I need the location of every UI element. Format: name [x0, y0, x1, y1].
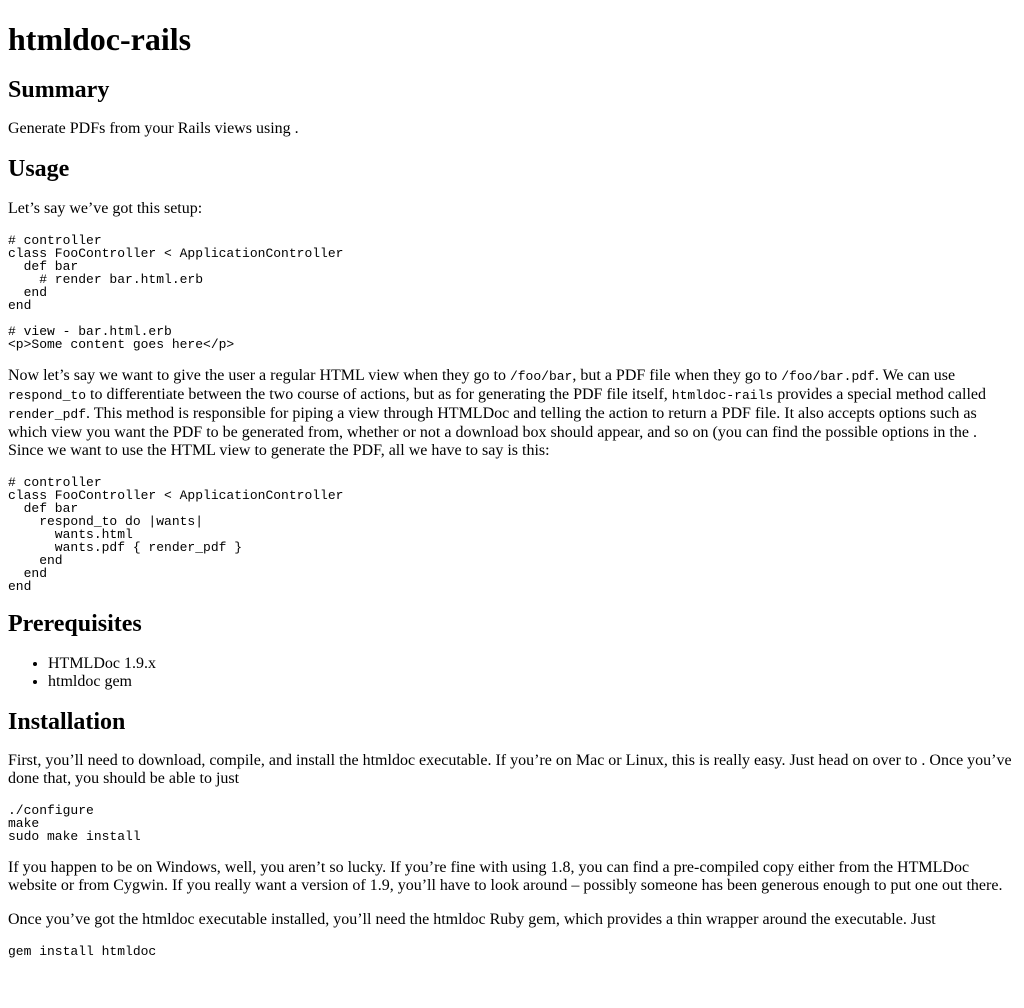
usage-text-4: to differentiate between the two course … — [86, 385, 672, 403]
prerequisites-list: HTMLDoc 1.9.x htmldoc gem — [8, 655, 1016, 691]
summary-heading: Summary — [8, 76, 110, 103]
prerequisites-heading: Prerequisites — [8, 610, 142, 637]
installation-windows-note: If you happen to be on Windows, well, yo… — [8, 859, 1003, 895]
usage-text-5: provides a special method called — [773, 385, 986, 403]
inline-code-foo-bar-pdf: /foo/bar.pdf — [781, 368, 875, 384]
installation-intro: First, you’ll need to download, compile,… — [8, 752, 1012, 788]
inline-code-respond-to: respond_to — [8, 387, 87, 403]
list-item: HTMLDoc 1.9.x — [48, 655, 1016, 673]
usage-intro: Let’s say we’ve got this setup: — [8, 199, 203, 217]
usage-setup-code: # controller class FooController < Appli… — [8, 232, 344, 352]
installation-build-code: ./configure make sudo make install — [8, 803, 141, 845]
list-item: htmldoc gem — [48, 673, 1016, 691]
usage-text-1: Now let’s say we want to give the user a… — [8, 366, 510, 384]
usage-text-2: , but a PDF file when they go to — [572, 366, 782, 384]
installation-gem-code: gem install htmldoc — [8, 944, 157, 960]
installation-gem-intro: Once you’ve got the htmldoc executable i… — [8, 911, 936, 929]
installation-heading: Installation — [8, 708, 126, 735]
page-title: htmldoc-rails — [8, 21, 192, 57]
inline-code-htmldoc-rails: htmldoc-rails — [671, 387, 774, 403]
inline-code-foo-bar: /foo/bar — [509, 368, 573, 384]
summary-text: Generate PDFs from your Rails views usin… — [8, 120, 299, 138]
usage-text-6: . This method is responsible for piping … — [8, 404, 977, 459]
usage-heading: Usage — [8, 156, 70, 183]
usage-explanation: Now let’s say we want to give the user a… — [8, 367, 1016, 460]
usage-controller-code: # controller class FooController < Appli… — [8, 474, 344, 594]
inline-code-render-pdf: render_pdf — [8, 406, 87, 422]
document: htmldoc-rails Summary Generate PDFs from… — [0, 21, 1024, 958]
usage-text-3: . We can use — [874, 366, 956, 384]
